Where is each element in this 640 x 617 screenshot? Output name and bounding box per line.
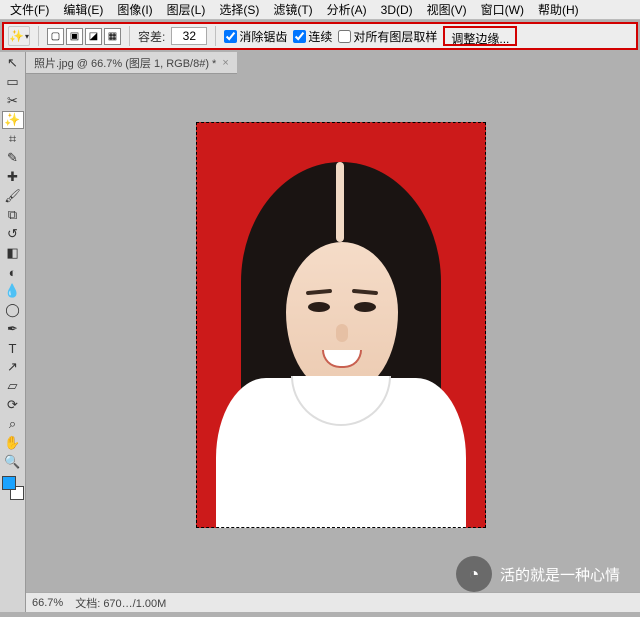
- menu-3d[interactable]: 3D(D): [375, 1, 419, 19]
- menu-layer[interactable]: 图层(L): [161, 0, 212, 20]
- sample-all-layers-label: 对所有图层取样: [353, 28, 437, 45]
- magic-wand-tool-preset[interactable]: ✨▾: [8, 26, 30, 46]
- status-bar: 66.7% 文档: 670…/1.00M: [26, 592, 640, 612]
- contiguous-checkbox[interactable]: 连续: [293, 28, 332, 45]
- separator: [38, 26, 39, 46]
- menu-view[interactable]: 视图(V): [421, 0, 473, 20]
- selection-add-icon[interactable]: ▣: [66, 28, 83, 45]
- antialias-checkbox[interactable]: 消除锯齿: [224, 28, 287, 45]
- selection-mode-group: ▢ ▣ ◪ ▦: [47, 28, 121, 45]
- antialias-checkbox-input[interactable]: [224, 30, 237, 43]
- document-tab[interactable]: 照片.jpg @ 66.7% (图层 1, RGB/8#) * ×: [26, 52, 237, 74]
- zoom-tool-icon[interactable]: 🔍: [2, 453, 24, 471]
- menu-analyze[interactable]: 分析(A): [321, 0, 373, 20]
- separator: [129, 26, 130, 46]
- selection-intersect-icon[interactable]: ▦: [104, 28, 121, 45]
- camera-tool-icon[interactable]: ⌕: [2, 415, 24, 433]
- wechat-icon: ◔: [456, 556, 492, 592]
- eyedropper-tool-icon[interactable]: ✎: [2, 149, 24, 167]
- toolbox: ↖ ▭ ✂ ✨ ⌗ ✎ ✚ 🖌 ⧉ ↺ ◧ ◐ 💧 ◯ ✒ T ↗ ▱ ⟳ ⌕ …: [0, 52, 26, 612]
- marquee-tool-icon[interactable]: ▭: [2, 73, 24, 91]
- pen-tool-icon[interactable]: ✒: [2, 320, 24, 338]
- gradient-tool-icon[interactable]: ◐: [2, 263, 24, 281]
- sample-all-layers-checkbox-input[interactable]: [338, 30, 351, 43]
- status-doc-info: 文档: 670…/1.00M: [75, 595, 166, 611]
- eraser-tool-icon[interactable]: ◧: [2, 244, 24, 262]
- menu-filter[interactable]: 滤镜(T): [267, 0, 318, 20]
- document-tab-title: 照片.jpg @ 66.7% (图层 1, RGB/8#) *: [34, 55, 216, 71]
- selection-new-icon[interactable]: ▢: [47, 28, 64, 45]
- eye-left: [308, 302, 330, 312]
- refine-edge-button[interactable]: 调整边缘...: [443, 26, 517, 46]
- path-selection-tool-icon[interactable]: ↗: [2, 358, 24, 376]
- shirt-shape: [216, 378, 466, 528]
- contiguous-label: 连续: [308, 28, 332, 45]
- nose: [336, 324, 348, 342]
- menu-help[interactable]: 帮助(H): [532, 0, 585, 20]
- color-swatches[interactable]: [2, 476, 24, 500]
- menu-window[interactable]: 窗口(W): [475, 0, 530, 20]
- watermark: ◔ 活的就是一种心情: [456, 556, 620, 592]
- healing-brush-tool-icon[interactable]: ✚: [2, 168, 24, 186]
- watermark-text: 活的就是一种心情: [500, 564, 620, 585]
- contiguous-checkbox-input[interactable]: [293, 30, 306, 43]
- 3d-tool-icon[interactable]: ⟳: [2, 396, 24, 414]
- move-tool-icon[interactable]: ↖: [2, 54, 24, 72]
- portrait-image: [196, 122, 486, 528]
- crop-tool-icon[interactable]: ⌗: [2, 130, 24, 148]
- dropdown-icon: ▾: [25, 32, 29, 41]
- foreground-color-swatch[interactable]: [2, 476, 16, 490]
- eye-right: [354, 302, 376, 312]
- separator: [215, 26, 216, 46]
- eyebrow-left: [306, 289, 332, 295]
- status-zoom[interactable]: 66.7%: [32, 597, 63, 609]
- menu-edit[interactable]: 编辑(E): [57, 0, 109, 20]
- hand-tool-icon[interactable]: ✋: [2, 434, 24, 452]
- eyebrow-right: [352, 289, 378, 295]
- menu-image[interactable]: 图像(I): [111, 0, 158, 20]
- type-tool-icon[interactable]: T: [2, 339, 24, 357]
- options-bar: ✨▾ ▢ ▣ ◪ ▦ 容差: 消除锯齿 连续 对所有图层取样 调整边缘...: [2, 22, 638, 50]
- antialias-label: 消除锯齿: [239, 28, 287, 45]
- menu-file[interactable]: 文件(F): [4, 0, 55, 20]
- stamp-tool-icon[interactable]: ⧉: [2, 206, 24, 224]
- sample-all-layers-checkbox[interactable]: 对所有图层取样: [338, 28, 437, 45]
- lasso-tool-icon[interactable]: ✂: [2, 92, 24, 110]
- dodge-tool-icon[interactable]: ◯: [2, 301, 24, 319]
- mouth: [322, 350, 362, 368]
- close-icon[interactable]: ×: [222, 57, 228, 69]
- hair-part: [336, 162, 344, 242]
- canvas[interactable]: [196, 122, 486, 528]
- selection-subtract-icon[interactable]: ◪: [85, 28, 102, 45]
- tolerance-label: 容差:: [138, 28, 165, 45]
- magic-wand-tool-icon[interactable]: ✨: [2, 111, 24, 129]
- menu-bar: 文件(F) 编辑(E) 图像(I) 图层(L) 选择(S) 滤镜(T) 分析(A…: [0, 0, 640, 20]
- magic-wand-icon: ✨: [9, 29, 24, 43]
- tolerance-input[interactable]: [171, 27, 207, 45]
- face-shape: [286, 242, 398, 392]
- menu-select[interactable]: 选择(S): [213, 0, 265, 20]
- brush-tool-icon[interactable]: 🖌: [2, 187, 24, 205]
- canvas-area: 照片.jpg @ 66.7% (图层 1, RGB/8#) * ×: [26, 52, 640, 612]
- collar: [291, 376, 391, 426]
- blur-tool-icon[interactable]: 💧: [2, 282, 24, 300]
- shape-tool-icon[interactable]: ▱: [2, 377, 24, 395]
- workspace: ↖ ▭ ✂ ✨ ⌗ ✎ ✚ 🖌 ⧉ ↺ ◧ ◐ 💧 ◯ ✒ T ↗ ▱ ⟳ ⌕ …: [0, 52, 640, 612]
- history-brush-tool-icon[interactable]: ↺: [2, 225, 24, 243]
